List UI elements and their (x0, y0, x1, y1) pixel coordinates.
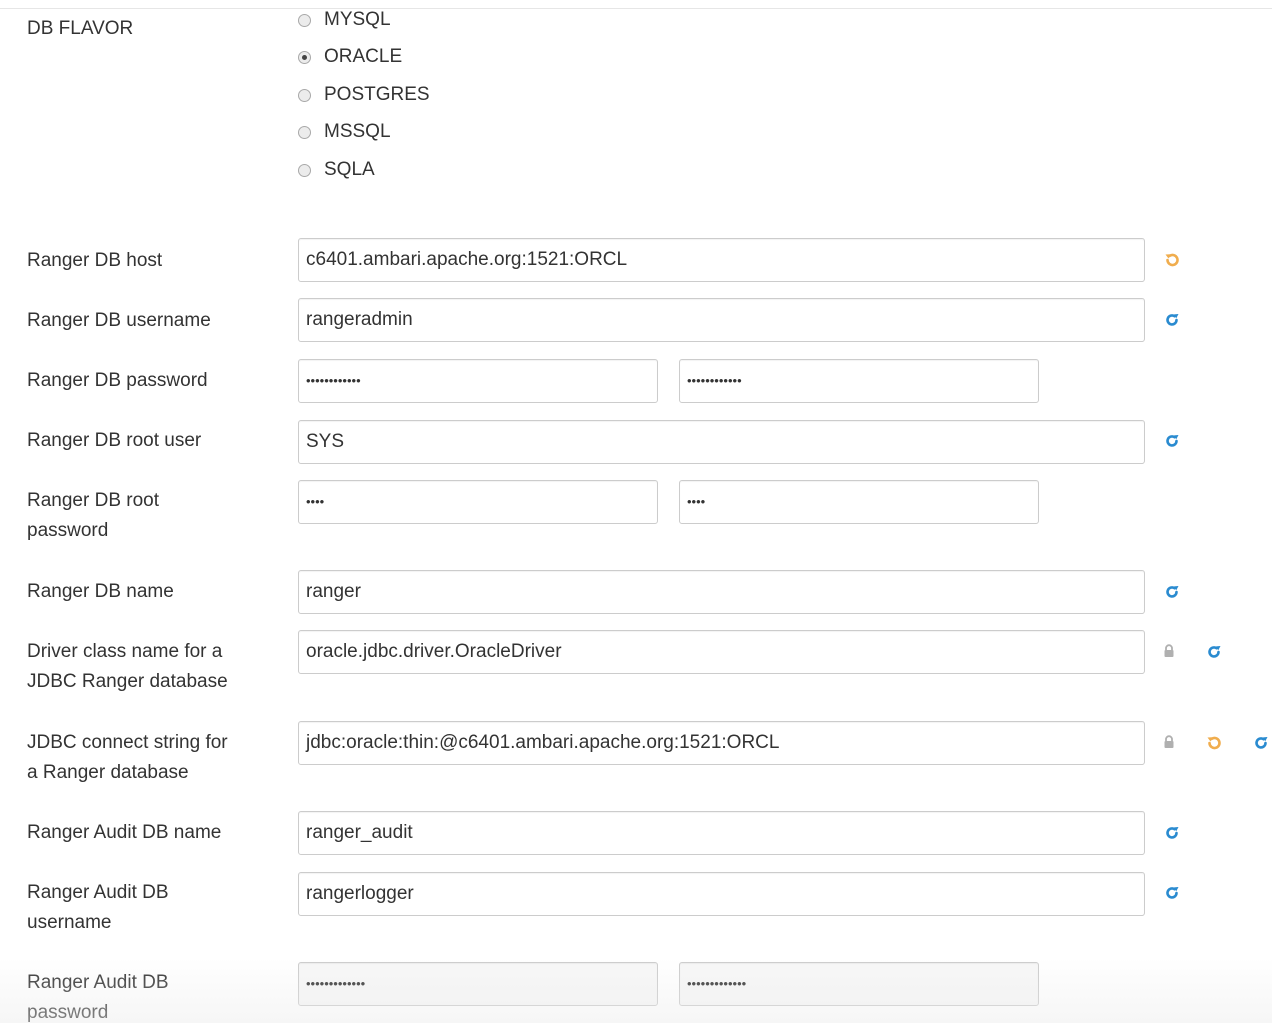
undo-icon[interactable] (1205, 734, 1223, 752)
db-host-input[interactable]: c6401.ambari.apache.org:1521:ORCL (298, 238, 1145, 282)
label-line: Ranger DB root (27, 490, 160, 511)
label-line: JDBC Ranger database (27, 671, 228, 692)
audit-db-username-label: Ranger Audit DB username (27, 878, 267, 938)
db-password-input[interactable]: •••••••••••• (298, 359, 658, 403)
lock-icon (1164, 735, 1174, 748)
db-host-label: Ranger DB host (27, 250, 163, 271)
lock-icon (1164, 644, 1174, 657)
db-root-password-label: Ranger DB root password (27, 486, 267, 546)
label-line: password (27, 1002, 109, 1023)
refresh-icon[interactable] (1205, 643, 1223, 661)
undo-icon[interactable] (1163, 251, 1181, 269)
db-username-input[interactable]: rangeradmin (298, 298, 1145, 342)
db-password-confirm-input[interactable]: •••••••••••• (679, 359, 1039, 403)
refresh-icon[interactable] (1163, 583, 1181, 601)
jdbc-connect-input[interactable]: jdbc:oracle:thin:@c6401.ambari.apache.or… (298, 721, 1145, 765)
label-line: JDBC connect string for (27, 732, 228, 753)
audit-db-password-input[interactable]: ••••••••••••• (298, 962, 658, 1006)
radio-label: MSSQL (324, 121, 391, 142)
audit-db-username-input[interactable]: rangerlogger (298, 872, 1145, 916)
radio-button[interactable] (298, 163, 311, 177)
label-line: Ranger Audit DB (27, 882, 169, 903)
refresh-icon[interactable] (1163, 432, 1181, 450)
radio-button-selected[interactable] (298, 50, 311, 64)
db-root-user-input[interactable]: SYS (298, 420, 1145, 464)
driver-class-input[interactable]: oracle.jdbc.driver.OracleDriver (298, 630, 1145, 674)
radio-button[interactable] (298, 13, 311, 27)
db-password-label: Ranger DB password (27, 370, 208, 391)
db-name-input[interactable]: ranger (298, 570, 1145, 614)
refresh-icon[interactable] (1163, 311, 1181, 329)
label-line: Driver class name for a (27, 641, 223, 662)
db-root-password-confirm-input[interactable]: •••• (679, 480, 1039, 524)
radio-label: MYSQL (324, 9, 391, 30)
db-root-password-input[interactable]: •••• (298, 480, 658, 524)
radio-mssql[interactable]: MSSQL (298, 117, 391, 147)
radio-button[interactable] (298, 125, 311, 139)
audit-db-password-label: Ranger Audit DB password (27, 968, 267, 1028)
radio-mysql[interactable]: MYSQL (298, 5, 391, 35)
driver-class-label: Driver class name for a JDBC Ranger data… (27, 637, 267, 697)
audit-db-name-label: Ranger Audit DB name (27, 822, 222, 843)
radio-label: POSTGRES (324, 84, 430, 105)
audit-db-name-input[interactable]: ranger_audit (298, 811, 1145, 855)
label-line: username (27, 912, 112, 933)
audit-db-password-confirm-input[interactable]: ••••••••••••• (679, 962, 1039, 1006)
label-line: a Ranger database (27, 762, 189, 783)
jdbc-connect-label: JDBC connect string for a Ranger databas… (27, 728, 267, 788)
refresh-icon[interactable] (1163, 824, 1181, 842)
radio-button[interactable] (298, 88, 311, 102)
radio-oracle[interactable]: ORACLE (298, 42, 402, 72)
db-username-label: Ranger DB username (27, 310, 211, 331)
label-line: Ranger Audit DB (27, 972, 169, 993)
radio-label: ORACLE (324, 46, 403, 67)
label-line: password (27, 520, 109, 541)
radio-label: SQLA (324, 159, 375, 180)
db-flavor-label: DB FLAVOR (27, 18, 134, 39)
db-root-user-label: Ranger DB root user (27, 430, 202, 451)
top-divider (0, 8, 1272, 9)
radio-sqla[interactable]: SQLA (298, 155, 375, 185)
refresh-icon[interactable] (1252, 734, 1270, 752)
db-name-label: Ranger DB name (27, 581, 174, 602)
radio-postgres[interactable]: POSTGRES (298, 80, 430, 110)
refresh-icon[interactable] (1163, 884, 1181, 902)
